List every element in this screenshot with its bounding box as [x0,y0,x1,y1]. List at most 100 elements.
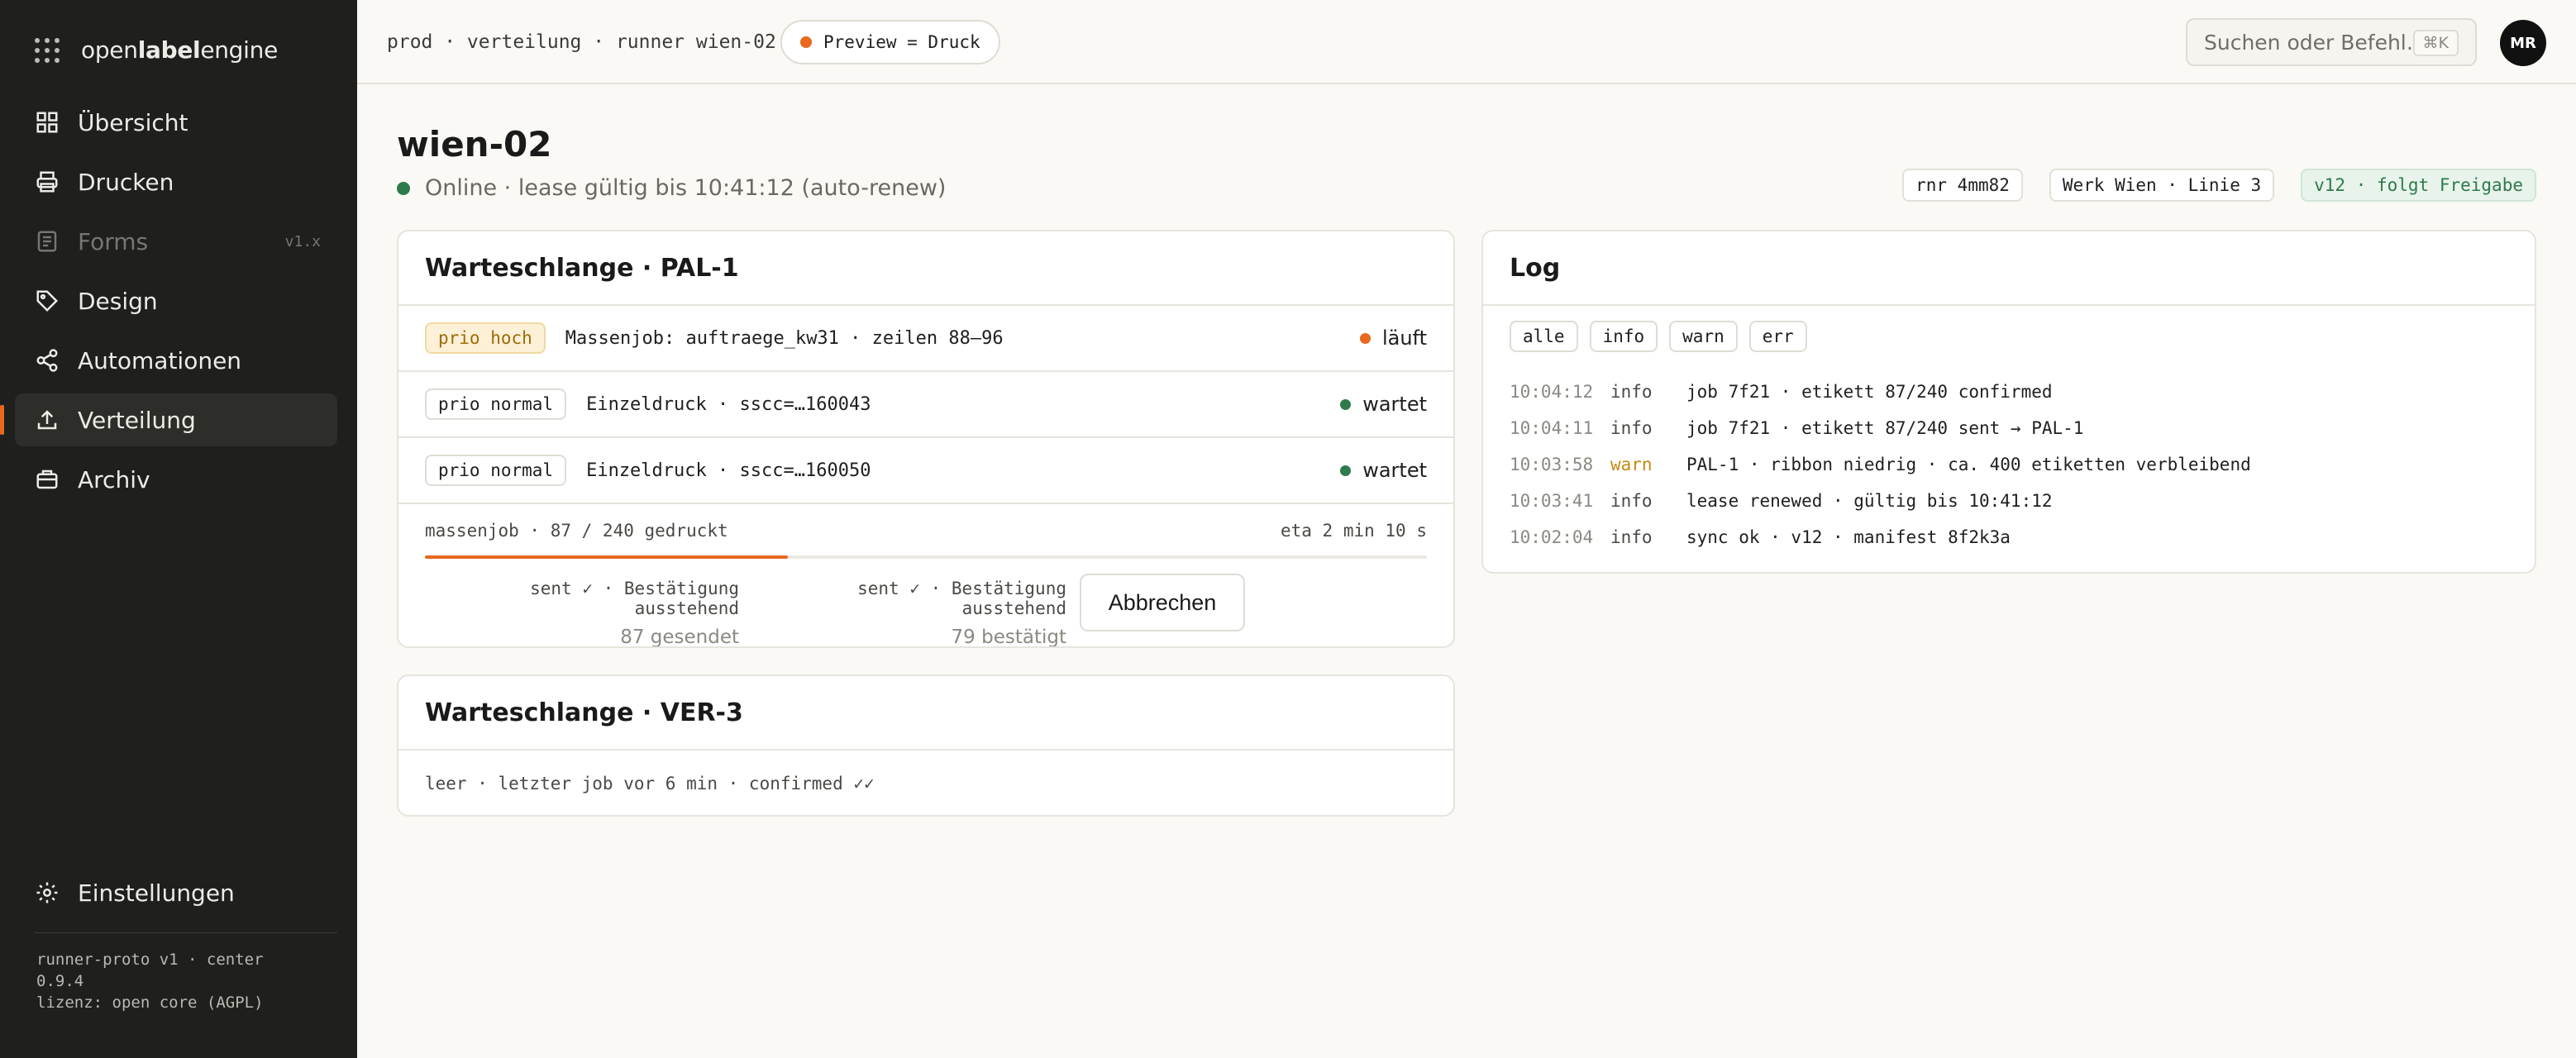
queue-empty-state: leer · letzter job vor 6 min · confirmed… [425,774,875,794]
preview-mode-pill[interactable]: Preview = Druck [780,20,1000,64]
topbar: prod · verteilung · runner wien-02 Previ… [357,0,2576,84]
card-title: Warteschlange · VER-3 [398,676,1453,751]
sidebar-item-automationen[interactable]: Automationen [15,334,337,387]
sidebar-item-label: Übersicht [78,108,188,136]
logo-grid-icon [35,37,60,63]
cancel-button[interactable]: Abbrechen [1080,574,1245,631]
sidebar-footer: runner-proto v1 · center 0.9.4 lizenz: o… [36,949,317,1013]
version-badge: v1.x [284,232,321,250]
sidebar-item-label: Design [78,287,158,315]
avatar[interactable]: MR [2500,20,2546,66]
log-entry: 10:04:12 info job 7f21 · etikett 87/240 … [1510,374,2535,410]
sidebar-item-archiv[interactable]: Archiv [15,453,337,506]
log-lines: 10:04:12 info job 7f21 · etikett 87/240 … [1483,352,2535,555]
sent-label: sent ✓ · Bestätigung ausstehend [530,579,739,618]
runner-status-text: Online · lease gültig bis 10:41:12 (auto… [425,175,947,201]
progress-bar-fill [425,555,789,559]
filter-all[interactable]: alle [1510,321,1578,352]
card-title: Warteschlange · PAL-1 [398,231,1453,306]
log-entry: 10:03:58 warn PAL-1 · ribbon niedrig · c… [1510,446,2535,483]
queue-row[interactable]: prio normal Einzeldruck · sscc=…160043 w… [398,372,1453,438]
waiting-dot-icon [1340,398,1352,410]
sidebar: openlabelengine Übersicht Drucken Forms … [0,0,357,1058]
settings-section: Einstellungen [15,866,337,926]
log-card: Log alle info warn err 10:04:12 info job… [1481,230,2536,574]
search-placeholder: Suchen oder Befehl… [2204,30,2427,55]
job-status: wartet [1340,393,1427,416]
sidebar-item-label: Archiv [78,465,150,493]
logo-text: openlabelengine [81,36,279,64]
filter-err[interactable]: err [1748,321,1807,352]
sidebar-item-verteilung[interactable]: Verteilung [0,393,337,446]
log-message: PAL-1 · ribbon niedrig · ca. 400 etikett… [1686,455,2251,474]
queue-row[interactable]: prio hoch Massenjob: auftraege_kw31 · ze… [398,306,1453,372]
sidebar-item-einstellungen[interactable]: Einstellungen [15,866,337,919]
job-status-label: wartet [1362,393,1427,416]
priority-badge: prio normal [425,455,567,486]
job-status-label: läuft [1381,326,1427,350]
log-time: 10:04:11 [1510,418,1594,438]
log-entry: 10:04:11 info job 7f21 · etikett 87/240 … [1510,410,2535,446]
job-status-label: wartet [1362,459,1427,482]
job-description: Einzeldruck · sscc=…160050 [586,460,871,481]
printer-icon [35,169,60,194]
runner-tags: rnr 4mm82 Werk Wien · Linie 3 v12 · folg… [1902,169,2536,202]
progress-eta: eta 2 min 10 s [1280,521,1427,541]
sent-count: 87 gesendet [620,627,739,648]
job-description: Massenjob: auftraege_kw31 · zeilen 88–96 [565,327,1004,349]
queue-card-ver-3: Warteschlange · VER-3 leer · letzter job… [397,674,1455,817]
filter-info[interactable]: info [1589,321,1658,352]
log-level: warn [1610,455,1653,474]
sidebar-item-uebersicht[interactable]: Übersicht [15,96,337,149]
log-time: 10:03:41 [1510,491,1594,511]
share-icon [35,348,60,373]
log-message: job 7f21 · etikett 87/240 confirmed [1686,382,2053,402]
sent-summary: sent ✓ · Bestätigung ausstehend 87 gesen… [425,579,739,648]
sidebar-item-design[interactable]: Design [15,274,337,327]
footer-version-number: 0.9.4 [36,972,84,990]
confirmed-count: 79 bestätigt [951,627,1066,648]
location-tag: Werk Wien · Linie 3 [2049,169,2275,202]
preview-mode-label: Preview = Druck [823,32,980,52]
breadcrumb[interactable]: prod · verteilung · runner wien-02 [387,31,776,53]
sidebar-item-drucken[interactable]: Drucken [15,155,337,208]
priority-badge: prio normal [425,388,567,420]
log-message: sync ok · v12 · manifest 8f2k3a [1686,527,2011,547]
log-entry: 10:02:04 info sync ok · v12 · manifest 8… [1510,519,2535,555]
log-entry: 10:03:41 info lease renewed · gültig bis… [1510,483,2535,519]
search-input[interactable]: Suchen oder Befehl… ⌘K [2186,18,2477,66]
filter-warn[interactable]: warn [1669,321,1738,352]
bulk-job-progress: massenjob · 87 / 240 gedruckt eta 2 min … [398,504,1453,648]
page-title: wien-02 [397,124,552,164]
card-title: Log [1483,231,2535,306]
sidebar-item-label: Automationen [78,346,242,374]
upload-icon [35,407,60,432]
job-status: läuft [1359,326,1427,350]
form-icon [35,229,60,254]
log-message: lease renewed · gültig bis 10:41:12 [1686,491,2053,511]
job-status: wartet [1340,459,1427,482]
confirmed-summary: sent ✓ · Bestätigung ausstehend 79 bestä… [752,579,1066,648]
queue-row[interactable]: prio normal Einzeldruck · sscc=…160050 w… [398,438,1453,504]
runner-status: Online · lease gültig bis 10:41:12 (auto… [397,175,946,201]
shortcut-hint: ⌘K [2412,30,2459,56]
gear-icon [35,880,60,905]
footer-version: runner-proto v1 · center [36,951,264,969]
sidebar-item-label: Einstellungen [78,879,235,907]
status-dot-icon [800,36,812,48]
tag-icon [35,288,60,313]
log-time: 10:03:58 [1510,455,1594,474]
waiting-dot-icon [1340,465,1352,476]
log-message: job 7f21 · etikett 87/240 sent → PAL-1 [1686,418,2084,438]
log-level: info [1610,418,1653,438]
log-level: info [1610,527,1653,547]
progress-bar [425,555,1427,559]
confirmed-label: sent ✓ · Bestätigung ausstehend [857,579,1066,618]
app-logo[interactable]: openlabelengine [35,36,278,64]
runner-id-tag: rnr 4mm82 [1902,169,2023,202]
sidebar-item-label: Drucken [78,168,174,196]
job-description: Einzeldruck · sscc=…160043 [586,393,871,415]
version-tag: v12 · folgt Freigabe [2301,169,2536,202]
grid-icon [35,110,60,135]
log-level: info [1610,382,1653,402]
